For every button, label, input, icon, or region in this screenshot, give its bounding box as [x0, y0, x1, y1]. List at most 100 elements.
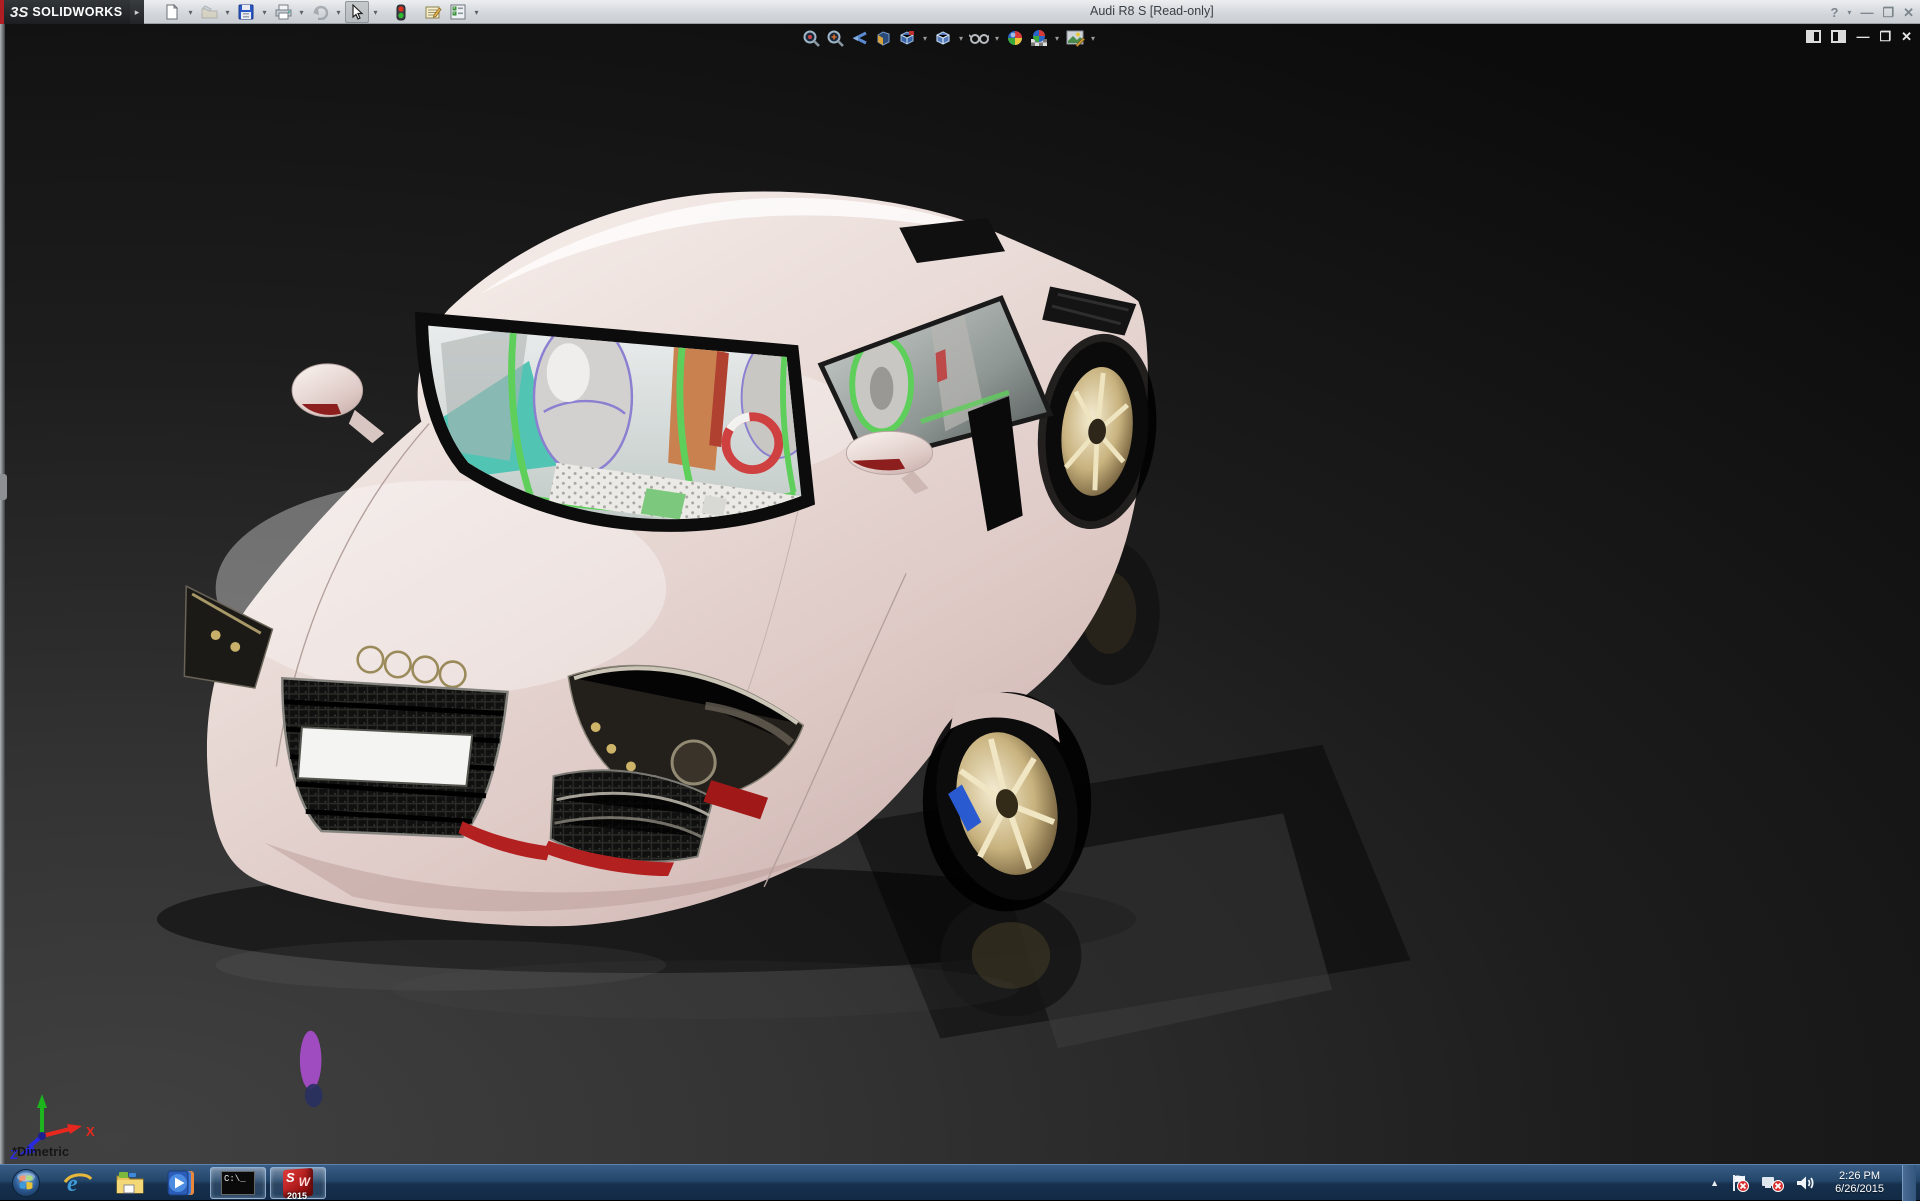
front-grille [282, 678, 507, 837]
taskbar-solidworks-2015[interactable]: S W 2015 [270, 1167, 326, 1199]
open-icon [201, 4, 218, 20]
start-button[interactable] [0, 1165, 52, 1201]
feature-manager-splitter[interactable] [0, 24, 5, 1164]
open-dropdown[interactable]: ▾ [222, 1, 233, 23]
volume-icon[interactable] [1795, 1173, 1817, 1193]
display-style-dropdown[interactable]: ▾ [956, 34, 966, 43]
pane-right-icon[interactable] [1831, 30, 1846, 43]
left-mirror [292, 364, 384, 443]
hide-show-items-button[interactable] [968, 28, 990, 48]
view-orientation-button[interactable] [896, 28, 918, 48]
hidden-icons-arrow[interactable]: ▲ [1710, 1178, 1719, 1188]
app-title-bar: 3S SOLIDWORKS ▸ ▾ ▾ [0, 0, 1920, 24]
print-icon [275, 4, 292, 20]
hide-show-items-dropdown[interactable]: ▾ [992, 34, 1002, 43]
view-settings-button[interactable] [1064, 28, 1086, 48]
network-disconnected-icon[interactable] [1761, 1173, 1785, 1193]
standard-toolbar: ▾ ▾ ▾ [160, 1, 482, 23]
feature-manager-expand-handle[interactable] [0, 474, 7, 500]
view-orientation-dropdown[interactable]: ▾ [920, 34, 930, 43]
hide-show-items-icon [969, 29, 989, 47]
select-tool-dropdown[interactable]: ▾ [370, 1, 381, 23]
display-style-button[interactable] [932, 28, 954, 48]
new-document-icon [164, 4, 180, 20]
save-dropdown[interactable]: ▾ [259, 1, 270, 23]
doc-minimize-button[interactable]: — [1856, 30, 1869, 43]
clock-date: 6/26/2015 [1835, 1183, 1884, 1196]
taskbar-internet-explorer[interactable]: e [52, 1165, 104, 1201]
select-tool-button[interactable] [345, 1, 369, 23]
section-view-icon [874, 29, 892, 47]
print-button[interactable] [271, 1, 295, 23]
license-plate [298, 727, 472, 786]
taskbar-media-player[interactable] [156, 1165, 208, 1201]
new-document-dropdown[interactable]: ▾ [185, 1, 196, 23]
show-desktop-button[interactable] [1902, 1165, 1916, 1201]
rebuild-traffic-light-icon [396, 4, 406, 21]
file-explorer-icon [115, 1170, 145, 1196]
car-model-render[interactable] [0, 24, 1920, 1164]
view-orientation-icon [898, 29, 916, 47]
taskbar-file-explorer[interactable] [104, 1165, 156, 1201]
options-dropdown[interactable]: ▾ [471, 1, 482, 23]
print-dropdown[interactable]: ▾ [296, 1, 307, 23]
menu-flyout-arrow[interactable]: ▸ [130, 0, 144, 24]
window-title: Audi R8 S [Read-only] [1090, 4, 1214, 18]
clock-time: 2:26 PM [1835, 1170, 1884, 1183]
minimize-button[interactable]: — [1860, 6, 1873, 19]
solidworks-2015-icon: S W 2015 [283, 1169, 313, 1197]
apply-scene-icon [1030, 29, 1048, 47]
select-cursor-icon [350, 4, 364, 20]
options-icon [450, 4, 466, 20]
view-orientation-label: *Dimetric [12, 1144, 69, 1159]
triad-x-label: X [86, 1124, 95, 1139]
windows-taskbar: e C:\_ S W 2015 [0, 1164, 1920, 1200]
help-dropdown[interactable]: ▾ [1847, 8, 1851, 17]
help-button[interactable]: ? [1830, 6, 1838, 19]
command-prompt-icon: C:\_ [221, 1171, 255, 1195]
apply-scene-button[interactable] [1028, 28, 1050, 48]
graphics-viewport[interactable]: ▾ ▾ ▾ [0, 24, 1920, 1164]
previous-view-button[interactable] [848, 28, 870, 48]
undo-dropdown[interactable]: ▾ [333, 1, 344, 23]
save-icon [238, 4, 254, 20]
pane-left-icon[interactable] [1806, 30, 1821, 43]
edit-appearance-icon [1006, 29, 1024, 47]
view-settings-icon [1066, 29, 1085, 47]
windows-start-icon [11, 1168, 41, 1198]
document-window-controls: — ❐ ✕ [1806, 30, 1912, 43]
taskbar-command-prompt[interactable]: C:\_ [210, 1167, 266, 1199]
file-properties-icon [425, 4, 442, 20]
previous-view-icon [850, 29, 868, 47]
media-player-icon [167, 1169, 197, 1197]
new-document-button[interactable] [160, 1, 184, 23]
doc-restore-button[interactable]: ❐ [1879, 30, 1891, 43]
zoom-to-fit-icon [802, 29, 820, 47]
options-button[interactable] [446, 1, 470, 23]
taskbar-clock[interactable]: 2:26 PM 6/26/2015 [1827, 1170, 1892, 1196]
undo-button[interactable] [308, 1, 332, 23]
action-center-flag-icon[interactable] [1729, 1173, 1751, 1193]
rebuild-button[interactable] [389, 1, 413, 23]
zoom-to-fit-button[interactable] [800, 28, 822, 48]
system-tray: ▲ 2:26 PM 6/26/2015 [1710, 1165, 1920, 1201]
apply-scene-dropdown[interactable]: ▾ [1052, 34, 1062, 43]
zoom-to-area-button[interactable] [824, 28, 846, 48]
undo-icon [311, 4, 329, 20]
section-view-button[interactable] [872, 28, 894, 48]
view-settings-dropdown[interactable]: ▾ [1088, 34, 1098, 43]
restore-button[interactable]: ❐ [1882, 6, 1894, 19]
internet-explorer-icon: e [63, 1169, 93, 1197]
solidworks-3s-icon: 3S [10, 4, 28, 21]
file-properties-button[interactable] [421, 1, 445, 23]
save-button[interactable] [234, 1, 258, 23]
doc-close-button[interactable]: ✕ [1901, 30, 1912, 43]
solidworks-logo-text: SOLIDWORKS [32, 5, 122, 19]
triad-x-axis: X [42, 1124, 95, 1139]
edit-appearance-button[interactable] [1004, 28, 1026, 48]
display-style-icon [934, 29, 952, 47]
triad-y-axis [37, 1094, 47, 1136]
close-button[interactable]: ✕ [1903, 6, 1914, 19]
open-button[interactable] [197, 1, 221, 23]
zoom-to-area-icon [826, 29, 844, 47]
